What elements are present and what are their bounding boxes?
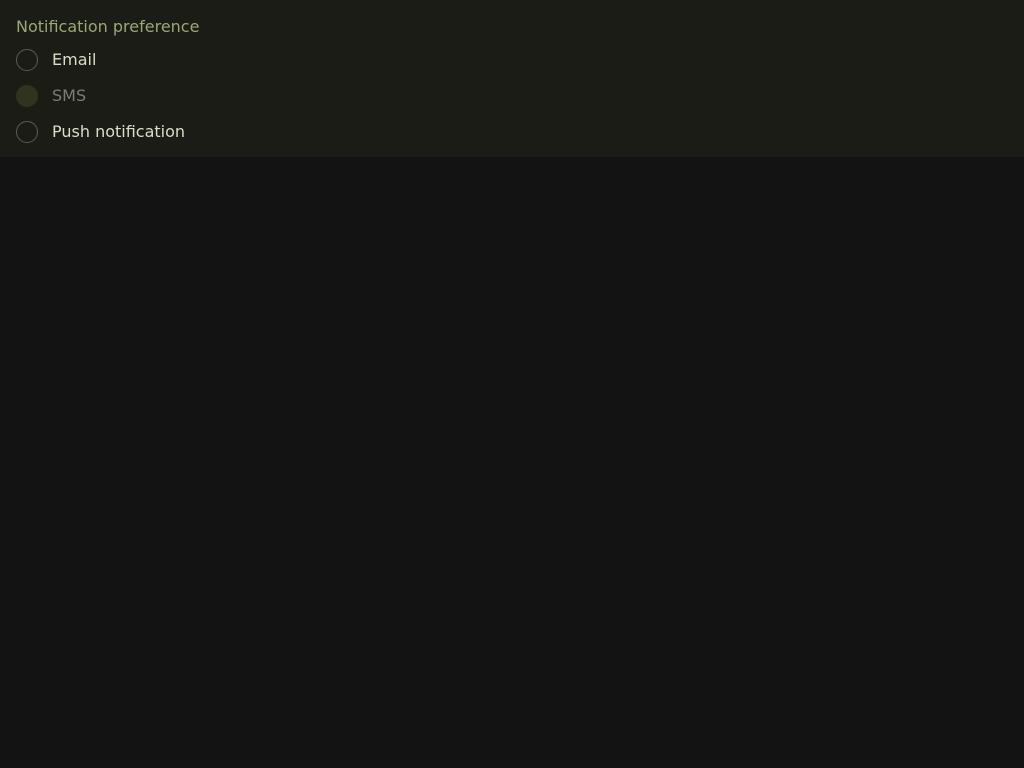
option-email-label: Email	[52, 50, 97, 69]
option-push-notification-label: Push notification	[52, 122, 186, 141]
option-sms: SMS	[16, 78, 1008, 114]
option-push-notification[interactable]: Push notification	[16, 114, 1008, 150]
group-label: Notification preference	[16, 17, 200, 36]
radio-email[interactable]	[16, 49, 38, 71]
radio-sms	[16, 85, 38, 107]
notification-preference-panel: Notification preference Email SMS Push n…	[0, 0, 1024, 157]
option-email[interactable]: Email	[16, 42, 1008, 78]
option-sms-label: SMS	[52, 86, 87, 105]
radio-push-notification[interactable]	[16, 121, 38, 143]
